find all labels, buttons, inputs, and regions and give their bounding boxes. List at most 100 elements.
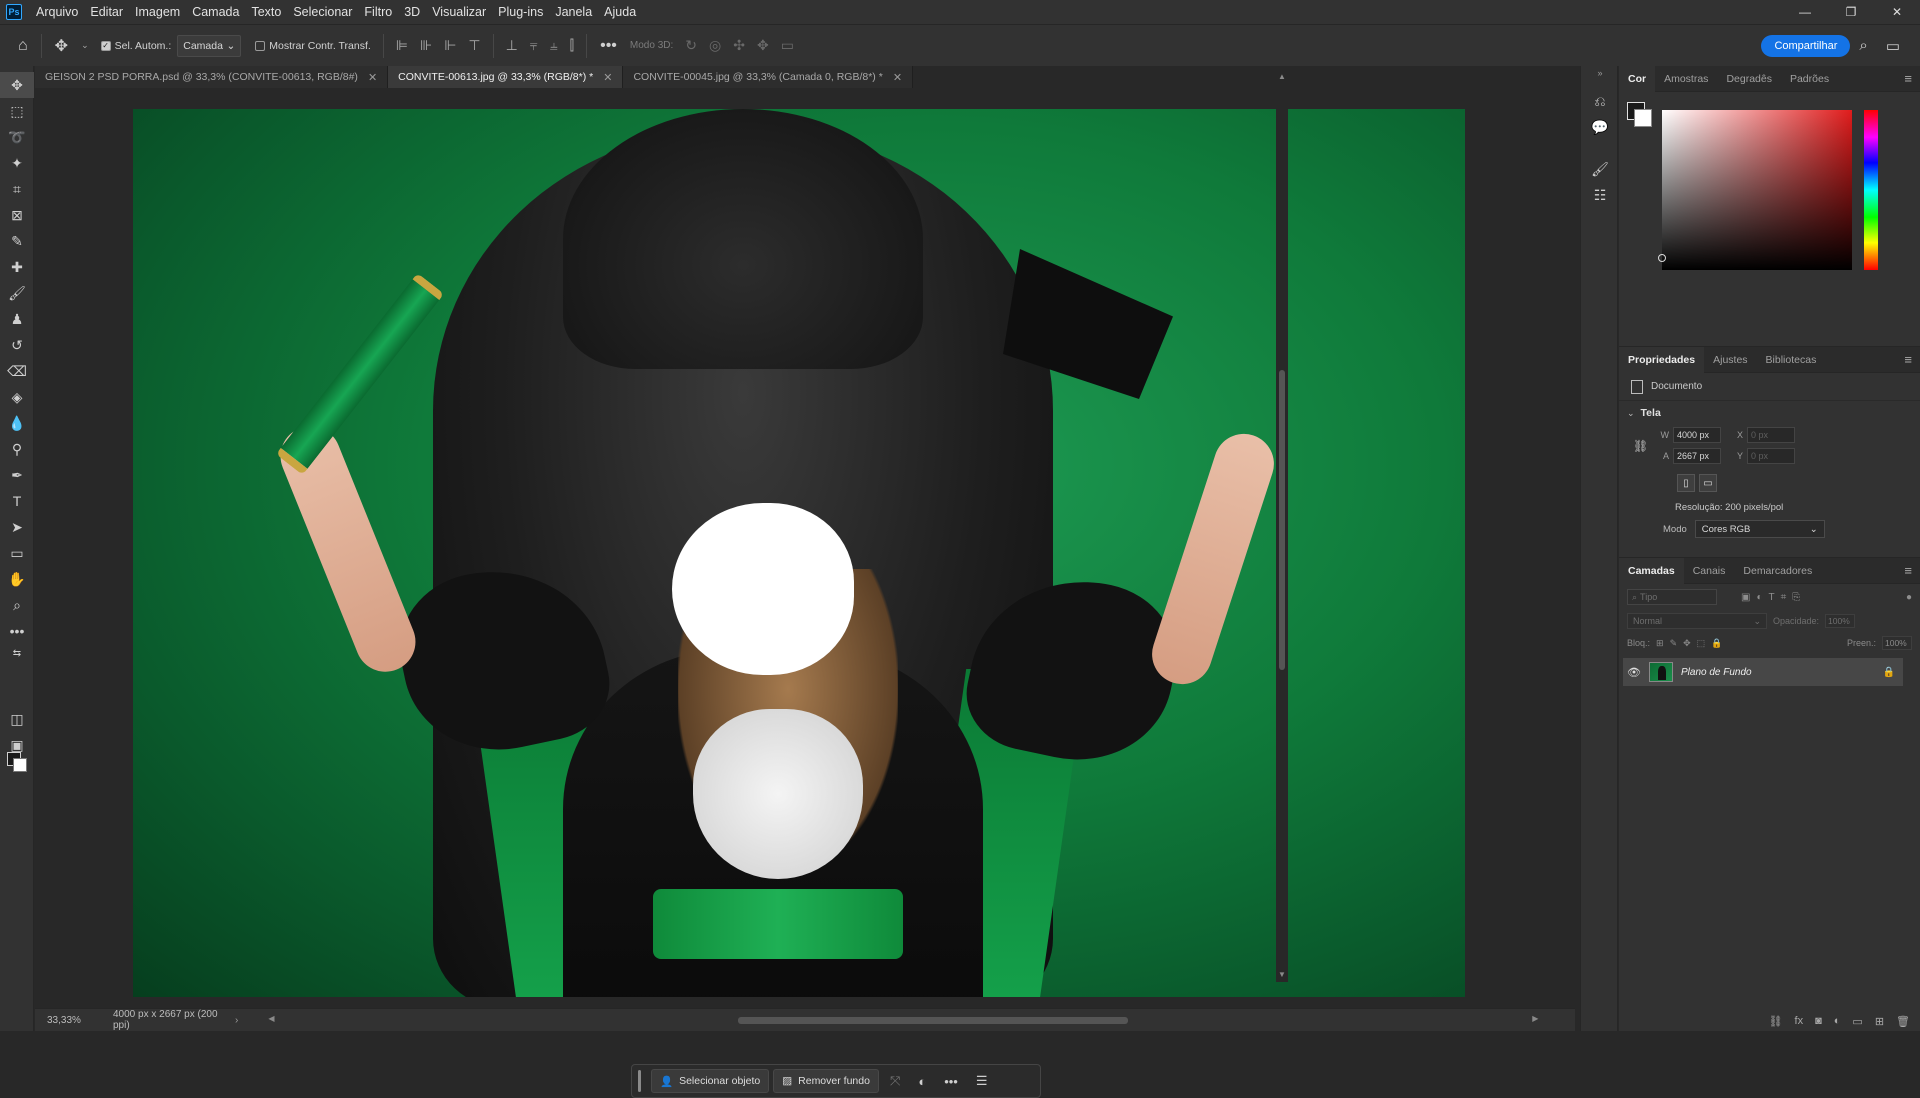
search-icon[interactable]: ⌕ — [1850, 37, 1876, 54]
adjustment-icon[interactable]: ◐ — [911, 1074, 933, 1089]
tab-degrades[interactable]: Degradês — [1717, 66, 1781, 92]
lasso-tool-icon[interactable]: ➰ — [0, 124, 34, 150]
link-icon[interactable]: ⛓ — [1633, 439, 1648, 453]
background-color-swatch[interactable] — [1634, 109, 1652, 127]
menu-editar[interactable]: Editar — [84, 0, 129, 24]
new-group-icon[interactable]: ▭ — [1852, 1015, 1862, 1028]
hue-slider[interactable] — [1864, 110, 1878, 270]
tab-propriedades[interactable]: Propriedades — [1619, 346, 1705, 373]
transform-icon[interactable]: ⤧ — [883, 1073, 907, 1089]
blend-mode-dropdown[interactable]: Normal ⌄ — [1627, 613, 1767, 629]
filter-adjustment-icon[interactable]: ◐ — [1756, 592, 1762, 603]
pen-tool-icon[interactable]: ✒ — [0, 462, 34, 488]
dodge-tool-icon[interactable]: ⚲ — [0, 436, 34, 462]
menu-arquivo[interactable]: Arquivo — [30, 0, 84, 24]
minimize-button[interactable]: — — [1782, 0, 1828, 24]
move-tool-icon[interactable]: ✥ — [0, 72, 34, 98]
align-top-icon[interactable]: ⊤ — [462, 37, 486, 54]
canvas-section-header[interactable]: ⌄ Tela — [1619, 401, 1920, 425]
brush-tool-icon[interactable]: 🖌 — [0, 280, 34, 306]
paint-bucket-icon[interactable]: ◈ — [0, 384, 34, 410]
close-icon[interactable]: ✕ — [603, 71, 612, 84]
panel-menu-icon[interactable]: ≡ — [1904, 563, 1920, 578]
path-selection-icon[interactable]: ➤ — [0, 514, 34, 540]
tab-ajustes[interactable]: Ajustes — [1704, 347, 1756, 373]
scroll-left-icon[interactable]: ◀ — [268, 1014, 274, 1023]
landscape-orientation-icon[interactable]: ▭ — [1699, 474, 1717, 492]
more-tools-icon[interactable]: ••• — [0, 618, 34, 644]
layer-style-icon[interactable]: fx — [1795, 1015, 1804, 1027]
menu-filtro[interactable]: Filtro — [358, 0, 398, 24]
distribute-middle-icon[interactable]: ⫧ — [524, 37, 544, 54]
history-brush-icon[interactable]: ↺ — [0, 332, 34, 358]
remove-background-button[interactable]: ▨ Remover fundo — [773, 1069, 879, 1093]
menu-selecionar[interactable]: Selecionar — [287, 0, 358, 24]
lock-icon[interactable]: 🔒 — [1883, 667, 1903, 678]
eye-icon[interactable]: 👁 — [1623, 666, 1645, 679]
drag-handle[interactable] — [638, 1070, 641, 1092]
add-mask-icon[interactable]: ◙ — [1815, 1015, 1822, 1027]
comments-icon[interactable]: 💬 — [1581, 114, 1619, 140]
workspace-icon[interactable]: ▭ — [1877, 37, 1920, 55]
adjustments-icon[interactable]: ☷ — [1581, 182, 1619, 208]
share-button[interactable]: Compartilhar — [1761, 34, 1851, 57]
orbit-3d-icon[interactable]: ↻ — [679, 37, 703, 54]
align-center-icon[interactable]: ⊪ — [414, 37, 438, 54]
tab-camadas[interactable]: Camadas — [1619, 557, 1684, 584]
distribute-bottom-icon[interactable]: ⫨ — [544, 37, 564, 54]
marquee-tool-icon[interactable]: ⬚ — [0, 98, 34, 124]
healing-brush-icon[interactable]: ✚ — [0, 254, 34, 280]
close-button[interactable]: ✕ — [1874, 0, 1920, 24]
align-left-icon[interactable]: ⊫ — [390, 37, 414, 54]
close-icon[interactable]: ✕ — [368, 71, 377, 84]
restore-button[interactable]: ❐ — [1828, 0, 1874, 24]
link-layers-icon[interactable]: ⛓ — [1769, 1015, 1783, 1028]
hand-tool-icon[interactable]: ✋ — [0, 566, 34, 592]
filter-type-icon[interactable]: T — [1769, 592, 1775, 603]
tab-canais[interactable]: Canais — [1684, 558, 1735, 584]
zoom-tool-icon[interactable]: ⌕ — [0, 592, 34, 618]
photoshop-logo[interactable]: Ps — [6, 4, 22, 20]
brush-settings-icon[interactable]: 🖌 — [1581, 156, 1619, 182]
tab-padroes[interactable]: Padrões — [1781, 66, 1838, 92]
vertical-scrollbar[interactable]: ▲ ▼ — [1276, 70, 1288, 982]
height-field[interactable]: 2667 px — [1673, 448, 1721, 464]
lock-position-icon[interactable]: ✥ — [1683, 638, 1691, 649]
scroll-right-icon[interactable]: ▶ — [1532, 1014, 1538, 1023]
settings-sliders-icon[interactable]: ☰ — [969, 1073, 995, 1089]
auto-select-checkbox[interactable]: ✓ Sel. Autom.: — [95, 40, 178, 52]
tab-demarcadores[interactable]: Demarcadores — [1734, 558, 1821, 584]
blur-tool-icon[interactable]: 💧 — [0, 410, 34, 436]
tab-amostras[interactable]: Amostras — [1655, 66, 1717, 92]
more-options-icon[interactable]: ••• — [937, 1074, 965, 1089]
menu-texto[interactable]: Texto — [245, 0, 287, 24]
zoom-level[interactable]: 33,33% — [35, 1015, 95, 1026]
clone-stamp-icon[interactable]: ♟ — [0, 306, 34, 332]
distribute-top-icon[interactable]: ⊥ — [500, 37, 524, 54]
tab-bibliotecas[interactable]: Bibliotecas — [1757, 347, 1826, 373]
new-layer-icon[interactable]: ⊞ — [1875, 1015, 1884, 1028]
history-icon[interactable]: ⎌ — [1581, 88, 1619, 114]
filter-pixel-icon[interactable]: ▣ — [1741, 592, 1750, 603]
auto-select-target-dropdown[interactable]: Camada ⌄ — [177, 34, 242, 57]
opacity-field[interactable]: 100% — [1825, 614, 1856, 628]
show-transform-checkbox[interactable]: Mostrar Contr. Transf. — [249, 40, 377, 52]
layer-name[interactable]: Plano de Fundo — [1681, 667, 1752, 678]
eraser-icon[interactable]: ⌫ — [0, 358, 34, 384]
canvas-area[interactable]: 👤 Selecionar objeto ▨ Remover fundo ⤧ ◐ … — [35, 70, 1575, 1098]
panel-menu-icon[interactable]: ≡ — [1904, 71, 1920, 86]
collapse-panels-icon[interactable]: » — [1581, 66, 1619, 80]
horizontal-scroll-thumb[interactable] — [738, 1017, 1129, 1024]
menu-ajuda[interactable]: Ajuda — [598, 0, 642, 24]
color-mode-dropdown[interactable]: Cores RGB ⌄ — [1694, 520, 1825, 538]
close-icon[interactable]: ✕ — [893, 71, 902, 84]
swap-colors-icon[interactable]: ⇆ — [0, 644, 34, 662]
width-field[interactable]: 4000 px — [1673, 427, 1721, 443]
menu-visualizar[interactable]: Visualizar — [426, 0, 492, 24]
frame-tool-icon[interactable]: ⊠ — [0, 202, 34, 228]
distribute-horizontal-icon[interactable]: ⫿ — [564, 37, 580, 54]
tool-preset-chevron-icon[interactable]: ⌄ — [75, 40, 95, 51]
lock-all-icon[interactable]: 🔒 — [1711, 638, 1722, 649]
menu-plugins[interactable]: Plug-ins — [492, 0, 549, 24]
roll-3d-icon[interactable]: ◎ — [703, 37, 727, 54]
